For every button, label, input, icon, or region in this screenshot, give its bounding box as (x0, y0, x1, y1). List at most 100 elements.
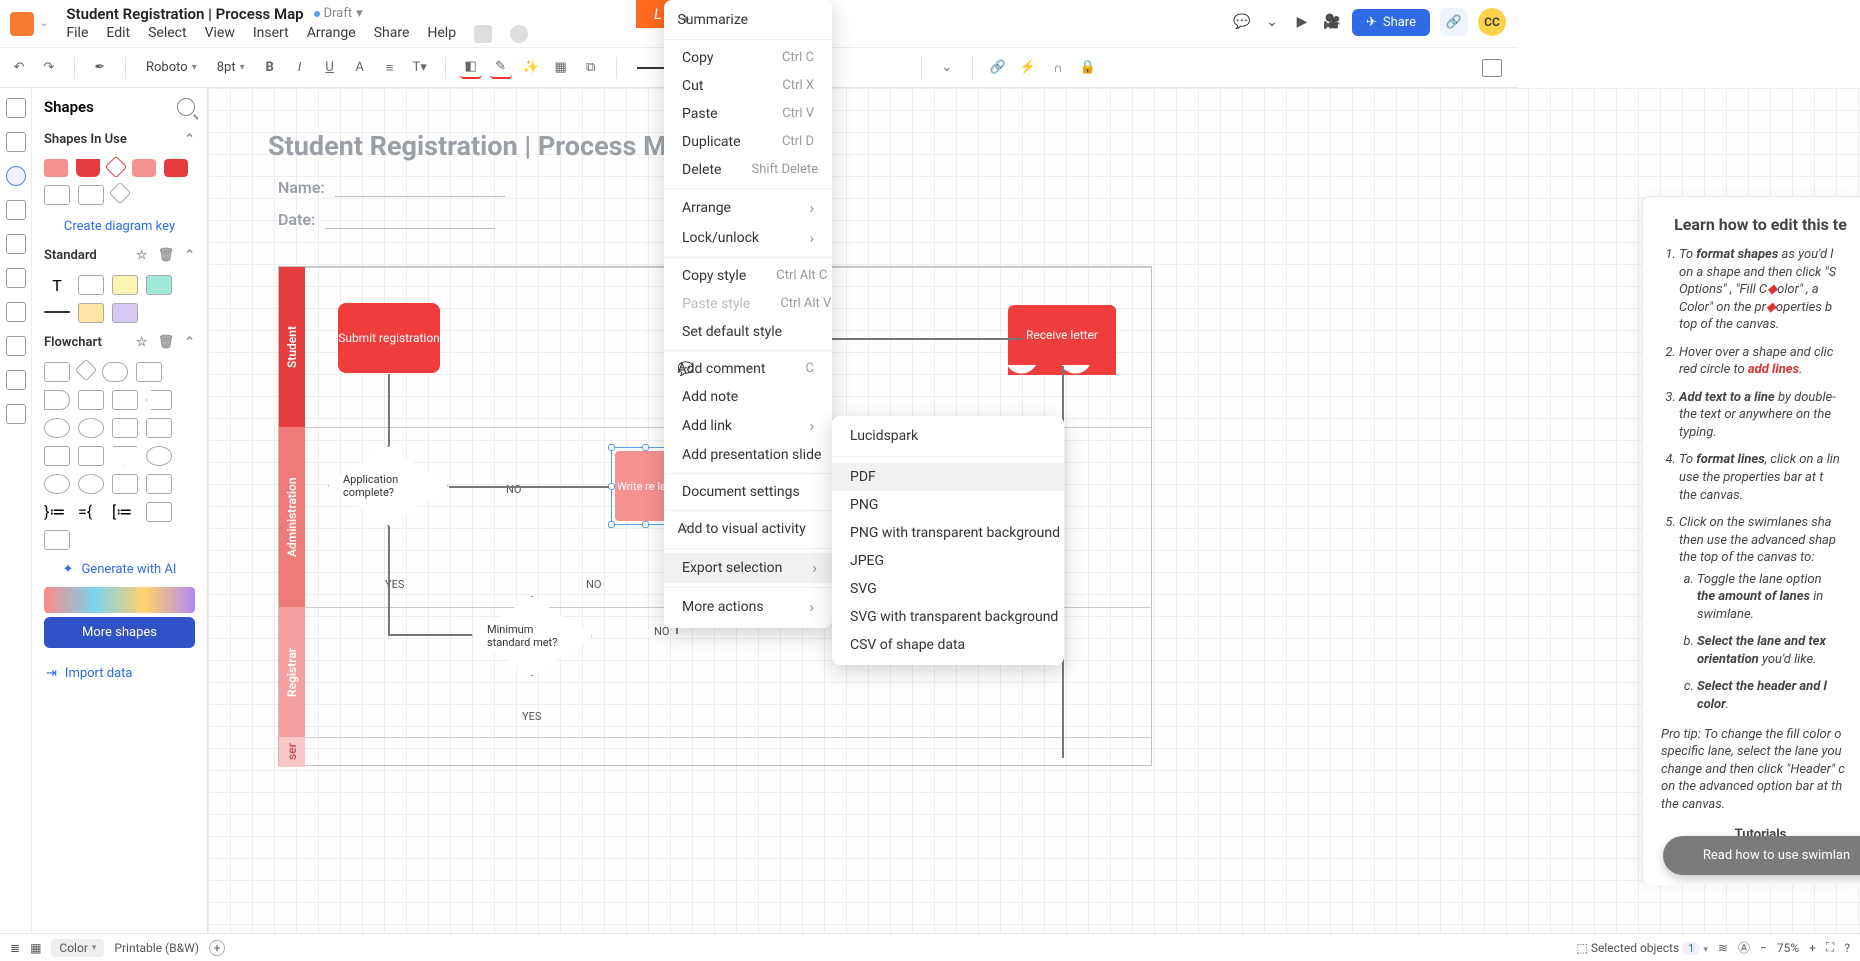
ctx-paste[interactable]: PasteCtrl V (664, 100, 832, 128)
magic-icon[interactable]: ✨ (520, 57, 542, 79)
page-printable-tab[interactable]: Printable (B&W) (114, 941, 199, 955)
export-pdf[interactable]: PDF (832, 463, 1064, 491)
format-painter-icon[interactable]: ✒ (89, 57, 111, 79)
menu-help[interactable]: Help (427, 25, 456, 43)
import-data-link[interactable]: ⇥Import data (32, 656, 207, 691)
lane-header-student[interactable]: Student (279, 267, 305, 427)
collapse-icon[interactable]: ⌃ (184, 248, 195, 263)
shape-item[interactable] (146, 502, 172, 522)
ctx-more-actions[interactable]: More actions (664, 592, 832, 622)
connector[interactable] (388, 374, 390, 446)
trash-icon[interactable]: 🗑 (158, 335, 175, 350)
export-csv[interactable]: CSV of shape data (832, 631, 1064, 659)
menu-edit[interactable]: Edit (106, 25, 130, 43)
shape-item[interactable] (78, 275, 104, 295)
connector[interactable] (388, 634, 472, 636)
document-title[interactable]: Student Registration | Process Map (66, 5, 303, 23)
rail-item-3[interactable] (6, 200, 26, 220)
rail-item-4[interactable] (6, 234, 26, 254)
create-diagram-key-link[interactable]: Create diagram key (32, 211, 207, 242)
menu-insert[interactable]: Insert (253, 25, 289, 43)
generate-ai-link[interactable]: ✦Generate with AI (32, 556, 207, 583)
export-png[interactable]: PNG (832, 491, 1064, 519)
export-lucidspark[interactable]: Lucidspark (832, 422, 1064, 450)
name-field-line[interactable] (335, 196, 505, 197)
shape-item[interactable] (164, 159, 188, 177)
rail-panel-icon[interactable] (6, 98, 26, 118)
chevron-down-icon[interactable]: ⌄ (1262, 12, 1282, 32)
zoom-in-button[interactable]: + (1809, 941, 1816, 955)
avatar[interactable]: CC (1478, 8, 1506, 36)
trash-icon[interactable]: 🗑 (158, 248, 175, 263)
search-icon[interactable] (177, 98, 195, 116)
fill-color-icon[interactable]: ◧ (460, 57, 482, 79)
shape-item[interactable] (112, 275, 138, 295)
shape-item[interactable] (44, 185, 70, 205)
shape-item[interactable] (78, 390, 104, 410)
selection-indicator[interactable]: ⬚ Selected objects 1 ▾ (1577, 941, 1708, 955)
border-color-icon[interactable]: ✎ (490, 57, 512, 79)
ctx-set-default-style[interactable]: Set default style (664, 318, 832, 346)
shape-item[interactable] (146, 446, 172, 466)
shape-item[interactable] (112, 303, 138, 323)
shape-item[interactable] (105, 156, 128, 179)
underline-icon[interactable]: U (319, 57, 341, 79)
document-status[interactable]: Draft ▾ (314, 6, 363, 21)
menu-file[interactable]: File (66, 25, 88, 43)
rail-item-9[interactable] (6, 404, 26, 424)
grid-icon[interactable]: ▦ (550, 57, 572, 79)
comment-icon[interactable]: 💬 (1232, 12, 1252, 32)
bold-icon[interactable]: B (259, 57, 281, 79)
shape-item[interactable] (112, 390, 138, 410)
shape-item[interactable] (146, 275, 172, 295)
ctx-add-note[interactable]: Add note (664, 383, 832, 411)
shape-item[interactable] (76, 159, 100, 177)
shape-item[interactable]: [≔ (112, 502, 138, 522)
rail-item-8[interactable] (6, 370, 26, 390)
edge-label-no[interactable]: NO (506, 483, 521, 496)
shape-item[interactable] (78, 303, 104, 323)
connector[interactable] (388, 526, 390, 634)
shape-item[interactable] (78, 474, 104, 494)
menu-share[interactable]: Share (374, 25, 410, 43)
help-icon[interactable]: ? (1844, 941, 1850, 955)
ctx-add-slide[interactable]: Add presentation slide (664, 441, 832, 469)
grid-view-icon[interactable]: ▦ (30, 941, 41, 955)
present-icon[interactable]: ▶ (1292, 12, 1312, 32)
more-shapes-button[interactable]: More shapes (44, 617, 195, 648)
list-view-icon[interactable]: ≣ (10, 941, 20, 955)
text-options-icon[interactable]: T▾ (409, 57, 431, 79)
app-logo[interactable] (10, 12, 34, 36)
page-color-tab[interactable]: Color▾ (51, 939, 104, 957)
collapse-icon[interactable]: ⌃ (184, 335, 195, 350)
ctx-add-comment[interactable]: 💬 Add commentC (664, 355, 832, 384)
shape-item[interactable] (75, 359, 98, 382)
shape-item[interactable]: }≔ (44, 502, 70, 522)
menu-view[interactable]: View (205, 25, 235, 43)
ctx-document-settings[interactable]: Document settings (664, 478, 832, 506)
edge-label-no[interactable]: NO (586, 578, 601, 591)
shape-item[interactable] (44, 418, 70, 438)
group-icon[interactable]: ⧉ (580, 57, 602, 79)
shape-item[interactable] (44, 474, 70, 494)
chevron-down-toolbar-icon[interactable]: ⌄ (936, 57, 958, 79)
shape-submit-registration[interactable]: Submit registration (338, 303, 440, 373)
shape-item[interactable]: T (44, 275, 70, 295)
shape-item[interactable] (112, 446, 138, 466)
video-icon[interactable]: 🎥 (1322, 12, 1342, 32)
edge-label-yes[interactable]: YES (522, 710, 541, 723)
rail-item-1[interactable] (6, 132, 26, 152)
undo-icon[interactable]: ↶ (8, 57, 30, 79)
section-standard[interactable]: Standard (44, 248, 97, 263)
lane-header-registrar[interactable]: Registrar (279, 607, 305, 737)
ctx-lock[interactable]: Lock/unlock (664, 223, 832, 253)
text-color-icon[interactable]: A (349, 57, 371, 79)
cloud-icon[interactable] (510, 25, 528, 43)
accessibility-icon[interactable]: Ⓐ (1738, 939, 1750, 956)
shape-item[interactable]: ={ (78, 502, 104, 522)
shape-item[interactable] (44, 159, 68, 177)
export-png-transparent[interactable]: PNG with transparent background (832, 519, 1064, 547)
share-button[interactable]: ✈Share (1352, 9, 1430, 36)
shape-item[interactable] (146, 418, 172, 438)
shape-item[interactable] (78, 418, 104, 438)
